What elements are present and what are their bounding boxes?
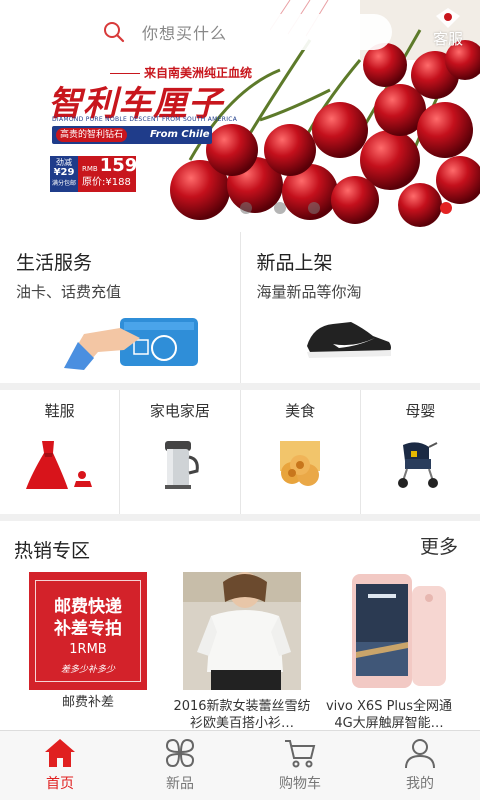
nav-new[interactable]: 新品 [120, 731, 240, 800]
pink-smartphone-image [330, 572, 448, 690]
nav-home[interactable]: 首页 [0, 731, 120, 800]
customer-service-button[interactable]: 客服 [422, 6, 474, 49]
hot-item-phone[interactable]: vivo X6S Plus全网通4G大屏触屏智能… [318, 572, 460, 732]
pastry-image [280, 441, 321, 486]
clover-icon [165, 738, 195, 768]
category-grid: 鞋服 家电家居 美食 母婴 [0, 390, 480, 514]
carousel-dot-active[interactable] [440, 202, 452, 214]
carousel-dot[interactable] [308, 202, 320, 214]
service-section: 生活服务 油卡、话费充值 新品上架 海量新品等你淘 [0, 232, 480, 384]
postage-line3: 1RMB [69, 642, 107, 657]
service-title: 生活服务 [16, 252, 93, 274]
carousel-indicators [240, 202, 320, 214]
category-label: 母婴 [405, 402, 436, 420]
category-food[interactable]: 美食 [239, 390, 360, 514]
sneaker-image [306, 322, 391, 358]
carousel-dot[interactable] [274, 202, 286, 214]
price-current: RMB 159 [82, 156, 137, 179]
price-badge-line1: 劲减 [56, 158, 72, 167]
baby-stroller-image [398, 442, 439, 488]
section-divider [0, 383, 480, 390]
search-bar[interactable]: 你想买什么 [92, 14, 392, 50]
promo-tag-from: From Chile [150, 129, 210, 140]
price-value: 159 [99, 155, 138, 176]
price-original: 原价:¥188 [82, 177, 131, 188]
search-icon [104, 22, 125, 43]
category-label: 家电家居 [149, 402, 210, 420]
nav-cart[interactable]: 购物车 [240, 731, 360, 800]
service-subtitle: 油卡、话费充值 [16, 283, 122, 301]
home-icon [45, 739, 75, 767]
nav-label: 购物车 [279, 776, 321, 792]
category-clothing[interactable]: 鞋服 [0, 390, 119, 514]
product-name: vivo X6S Plus全网通4G大屏触屏智能… [325, 699, 453, 731]
hot-zone-title: 热销专区 [14, 540, 91, 562]
bottom-navigation: 首页 新品 购物车 我的 [0, 730, 480, 800]
hot-item-blouse[interactable]: 2016新款女装蕾丝雪纺衫欧美百搭小衫… [172, 572, 312, 732]
chat-bubble-icon [436, 8, 460, 28]
price-badge-line2: ¥29 [53, 167, 75, 178]
search-placeholder[interactable]: 你想买什么 [142, 20, 227, 44]
promo-tag: 高贵的智利钻石 [56, 128, 128, 142]
promo-subtitle-en: DIAMOND PURE NOBLE DESCENT FROM SOUTH AM… [52, 116, 238, 123]
postage-line2: 补差专拍 [54, 619, 122, 639]
hot-zone-more-link[interactable]: 更多 [420, 532, 458, 559]
customer-service-label: 客服 [432, 30, 463, 48]
carousel-dot[interactable] [240, 202, 252, 214]
price-discount-badge: 劲减 ¥29 满分包邮 [50, 156, 78, 192]
card-payment-illustration [64, 318, 198, 370]
cart-icon [285, 740, 316, 768]
postage-line4: 差多少补多少 [60, 665, 115, 675]
category-baby[interactable]: 母婴 [359, 390, 480, 514]
product-name: 邮费补差 [61, 695, 114, 710]
hot-item-postage[interactable]: 邮费快递 补差专拍 1RMB 差多少补多少 邮费补差 [28, 572, 148, 711]
life-service-card[interactable]: 生活服务 油卡、话费充值 [0, 232, 240, 383]
service-title: 新品上架 [256, 252, 333, 274]
service-subtitle: 海量新品等你淘 [256, 283, 362, 301]
lace-blouse-image [183, 572, 301, 690]
nav-label: 我的 [406, 776, 434, 792]
nav-label: 首页 [46, 776, 74, 792]
user-icon [405, 739, 435, 769]
price-currency: RMB [82, 165, 98, 173]
product-name: 2016新款女装蕾丝雪纺衫欧美百搭小衫… [173, 699, 311, 731]
category-label: 美食 [285, 402, 316, 420]
section-divider [0, 514, 480, 521]
red-dress-image [25, 441, 92, 489]
category-appliances[interactable]: 家电家居 [119, 390, 239, 514]
nav-profile[interactable]: 我的 [360, 731, 480, 800]
new-arrivals-card[interactable]: 新品上架 海量新品等你淘 [239, 232, 480, 383]
price-badge-line3: 满分包邮 [51, 180, 76, 187]
postage-product-image: 邮费快递 补差专拍 1RMB 差多少补多少 [29, 572, 147, 690]
nav-label: 新品 [166, 776, 194, 792]
category-label: 鞋服 [44, 402, 75, 420]
soymilk-maker-image [164, 441, 199, 489]
promo-banner[interactable]: 你想买什么 客服 来自南美洲纯正血统 智利车厘子 DIAMOND PURE NO… [0, 0, 480, 232]
